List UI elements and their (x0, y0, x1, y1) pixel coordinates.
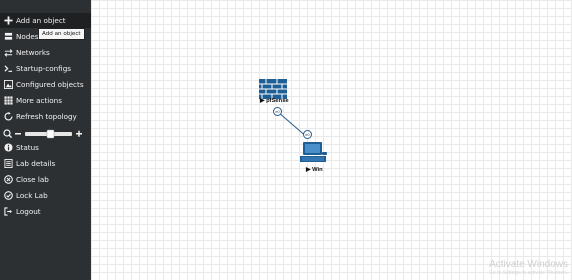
node-label-pfsense: ▶ pfSense (260, 98, 289, 104)
sidebar-item-label: Configured objects (16, 80, 84, 89)
info-icon (3, 143, 13, 153)
sidebar-item-label: Networks (16, 48, 50, 57)
sidebar-item-label: Lock Lab (16, 191, 48, 200)
plus-icon (3, 16, 13, 26)
play-icon: ▶ (260, 98, 265, 104)
activate-windows-watermark: Activate Windows Go to Settings to activ… (489, 259, 568, 276)
zoom-control (3, 125, 89, 139)
firewall-icon (259, 79, 287, 99)
sidebar-item-refresh-topology[interactable]: Refresh topology (0, 109, 91, 124)
sidebar-item-add-object[interactable]: Add an object (0, 13, 91, 28)
sidebar-item-label: Nodes (16, 32, 39, 41)
image-icon (3, 80, 13, 90)
sidebar-item-label: Startup-configs (16, 64, 72, 73)
server-icon (3, 32, 13, 42)
watermark-title: Activate Windows (489, 259, 568, 270)
sidebar-item-label: Close lab (16, 175, 49, 184)
sidebar-item-nodes[interactable]: Nodes (0, 29, 91, 44)
sidebar-item-label: More actions (16, 96, 62, 105)
terminal-icon (3, 64, 13, 74)
sidebar-item-status[interactable]: Status (0, 140, 91, 155)
sidebar-item-label: Lab details (16, 159, 56, 168)
port-badge: e0 (273, 107, 282, 116)
exchange-icon (3, 48, 13, 58)
port-badge: e0 (303, 130, 312, 139)
list-icon (3, 159, 13, 169)
watermark-subtitle: Go to Settings to activate Windows. (489, 270, 568, 276)
check-circle-icon (3, 191, 13, 201)
sidebar-item-networks[interactable]: Networks (0, 45, 91, 60)
computer-icon (300, 142, 327, 162)
sidebar-item-logout[interactable]: Logout (0, 204, 91, 219)
sidebar-item-close-lab[interactable]: Close lab (0, 172, 91, 187)
topology-canvas[interactable]: ▶ pfSense e0 ▶ Win e0 Activate Windows G… (91, 0, 572, 280)
sidebar-item-label: Refresh topology (16, 112, 77, 121)
sidebar-item-lab-details[interactable]: Lab details (0, 156, 91, 171)
grid-icon (3, 96, 13, 106)
sidebar-item-configured-objects[interactable]: Configured objects (0, 77, 91, 92)
sidebar-item-more-actions[interactable]: More actions (0, 93, 91, 108)
refresh-icon (3, 112, 13, 122)
sidebar-item-lock-lab[interactable]: Lock Lab (0, 188, 91, 203)
zoom-slider-handle[interactable] (46, 129, 55, 139)
sidebar: Add an object Add an object Nodes Networ… (0, 0, 91, 280)
zoom-in-button[interactable] (76, 130, 82, 137)
close-circle-icon (3, 175, 13, 185)
node-pfsense[interactable] (259, 79, 287, 99)
zoom-icon[interactable] (3, 129, 13, 139)
sidebar-item-label: Add an object (16, 16, 66, 25)
node-label-win: ▶ Win (306, 167, 323, 173)
sidebar-item-label: Status (16, 143, 39, 152)
logout-icon (3, 207, 13, 217)
play-icon: ▶ (306, 167, 311, 173)
sidebar-item-label: Logout (16, 207, 41, 216)
node-win[interactable] (300, 142, 328, 165)
sidebar-item-startup-configs[interactable]: Startup-configs (0, 61, 91, 76)
zoom-out-button[interactable] (15, 133, 21, 135)
